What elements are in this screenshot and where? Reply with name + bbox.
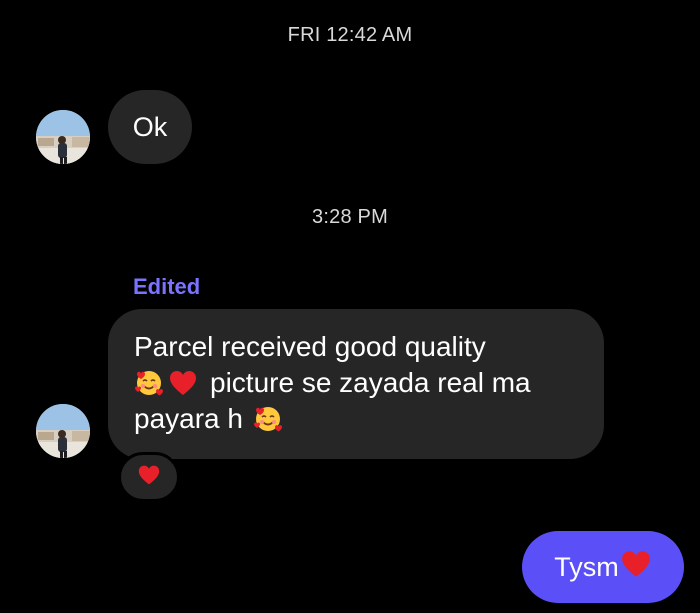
- reaction-badge[interactable]: [118, 452, 180, 502]
- message-text: Ok: [132, 111, 168, 142]
- message-text: Parcel received good quality: [134, 331, 486, 362]
- message-text: picture se zayada real ma: [210, 367, 531, 398]
- avatar[interactable]: [36, 404, 90, 458]
- message-line: picture se zayada real ma: [134, 365, 578, 401]
- message-bubble-outgoing[interactable]: Tysm: [522, 531, 684, 603]
- avatar[interactable]: [36, 110, 90, 164]
- red-heart-icon: [168, 368, 198, 398]
- message-bubble-incoming[interactable]: Parcel received good quality picture se …: [108, 309, 604, 459]
- red-heart-icon: [620, 549, 652, 586]
- avatar-photo-icon: [36, 404, 90, 458]
- red-heart-icon: [137, 464, 161, 491]
- message-bubble-incoming[interactable]: Ok: [108, 90, 192, 164]
- timestamp-divider: FRI 12:42 AM: [287, 24, 413, 46]
- message-text: Tysm: [554, 551, 619, 582]
- avatar-photo-icon: [36, 110, 90, 164]
- smiling-face-with-hearts-icon: [134, 368, 164, 398]
- timestamp-divider: 3:28 PM: [312, 206, 388, 228]
- message-line: payara h: [134, 401, 578, 437]
- message-text: payara h: [134, 403, 243, 434]
- edited-label[interactable]: Edited: [133, 274, 200, 300]
- message-line: Parcel received good quality: [134, 329, 578, 365]
- smiling-face-with-hearts-icon: [253, 404, 283, 434]
